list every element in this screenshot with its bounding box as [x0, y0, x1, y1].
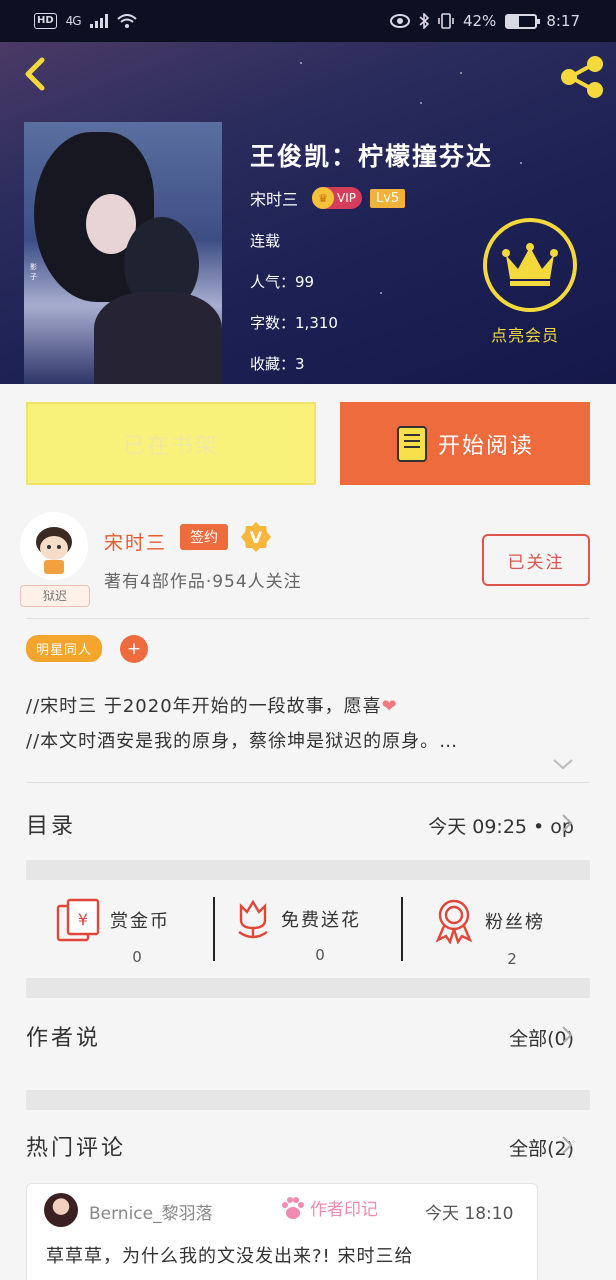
member-button[interactable]: [483, 218, 577, 312]
chevron-right-icon: [562, 1136, 573, 1154]
tag-chip[interactable]: 明星同人: [26, 635, 103, 662]
author-mark-badge: 作者印记: [280, 1195, 378, 1220]
reward-coins-button[interactable]: ¥ 赏金币 0: [56, 898, 170, 966]
intro-line-2: //本文时酒安是我的原身，蔡徐坤是狱迟的原身。…: [26, 731, 459, 752]
comment-text: 草草草，为什么我的文没发出来?! 宋时三给: [46, 1246, 414, 1267]
svg-text:¥: ¥: [78, 910, 88, 929]
stat-value: 2: [507, 950, 517, 968]
expand-chevron-icon[interactable]: [552, 757, 574, 771]
battery-percent: 42%: [462, 12, 497, 30]
in-bookshelf-button[interactable]: 已在书架: [26, 402, 316, 485]
author-name[interactable]: 宋时三: [104, 528, 167, 555]
signal-icon: [89, 14, 108, 28]
intro-line-1: //宋时三 于2020年开始的一段故事，愿喜❤: [26, 696, 398, 717]
vip-badge: ♛ VIP: [312, 187, 362, 209]
comment-time: 今天 18:10: [425, 1204, 514, 1224]
book-status: 连载: [250, 232, 281, 250]
back-icon[interactable]: [16, 54, 56, 94]
wifi-icon: [116, 14, 137, 28]
network-type: 4G: [65, 14, 82, 28]
start-reading-button[interactable]: 开始阅读: [340, 402, 590, 485]
author-avatar[interactable]: [20, 512, 88, 580]
book-icon: [396, 425, 427, 462]
stat-label: 赏金币: [110, 911, 170, 932]
section-gap: [26, 978, 590, 998]
section-gap: [26, 1090, 590, 1110]
book-header: 影子 王俊凯：柠檬撞芬达 宋时三 ♛ VIP Lv5 连载 人气：99 字数：1,…: [0, 42, 616, 384]
fan-ranking-button[interactable]: 粉丝榜 2: [433, 898, 545, 968]
avatar-tag: 狱迟: [20, 585, 90, 607]
author-notes-title: 作者说: [26, 1026, 102, 1051]
divider: [401, 897, 403, 961]
member-label[interactable]: 点亮会员: [491, 322, 559, 346]
heart-icon: ❤: [381, 696, 398, 717]
book-title: 王俊凯：柠檬撞芬达: [250, 142, 494, 171]
crown-icon: [502, 243, 558, 286]
clock: 8:17: [546, 12, 580, 30]
book-popularity: 人气：99: [250, 273, 315, 291]
commenter-name[interactable]: Bernice_黎羽落: [89, 1199, 213, 1224]
battery-icon: [505, 13, 541, 29]
book-cover[interactable]: 影子: [24, 122, 222, 384]
share-icon[interactable]: [556, 54, 608, 100]
stat-value: 0: [315, 946, 325, 964]
verified-icon: V: [241, 522, 271, 552]
divider: [26, 618, 590, 619]
book-favorites: 收藏：3: [250, 355, 305, 373]
add-tag-button[interactable]: +: [120, 635, 148, 663]
stat-label: 免费送花: [281, 910, 361, 931]
award-ribbon-icon: [435, 899, 473, 944]
book-word-count: 字数：1,310: [250, 314, 338, 332]
free-flower-button[interactable]: 免费送花 0: [235, 898, 361, 964]
hot-comments-title: 热门评论: [26, 1136, 127, 1161]
bluetooth-icon: [419, 13, 429, 29]
flower-icon: [238, 899, 268, 939]
divider: [26, 782, 590, 783]
start-reading-label: 开始阅读: [437, 433, 534, 459]
crown-icon: ♛: [312, 187, 335, 209]
signed-badge: 签约: [180, 524, 228, 550]
author-line: 宋时三 ♛ VIP Lv5: [250, 186, 406, 210]
divider: [213, 897, 215, 961]
level-badge: Lv5: [370, 188, 406, 208]
chevron-right-icon: [562, 814, 573, 832]
paw-icon: [282, 1196, 304, 1219]
chevron-right-icon: [562, 1026, 573, 1044]
hd-icon: HD: [34, 13, 57, 29]
toc-title: 目录: [26, 814, 77, 839]
author-summary: 著有4部作品·954人关注: [104, 572, 302, 592]
red-envelope-yen-icon: ¥: [56, 898, 100, 942]
commenter-avatar[interactable]: [44, 1193, 78, 1227]
stat-value: 0: [132, 948, 142, 966]
eye-icon: [389, 14, 410, 28]
vibrate-icon: [438, 13, 454, 29]
toc-latest-update: 今天 09:25 • op: [428, 816, 574, 838]
follow-button[interactable]: 已关注: [482, 534, 590, 586]
book-author[interactable]: 宋时三: [250, 186, 298, 210]
stat-label: 粉丝榜: [485, 912, 545, 933]
section-gap: [26, 860, 590, 880]
status-bar: HD 4G 42% 8:17: [0, 0, 616, 42]
svg-text:V: V: [250, 528, 263, 547]
